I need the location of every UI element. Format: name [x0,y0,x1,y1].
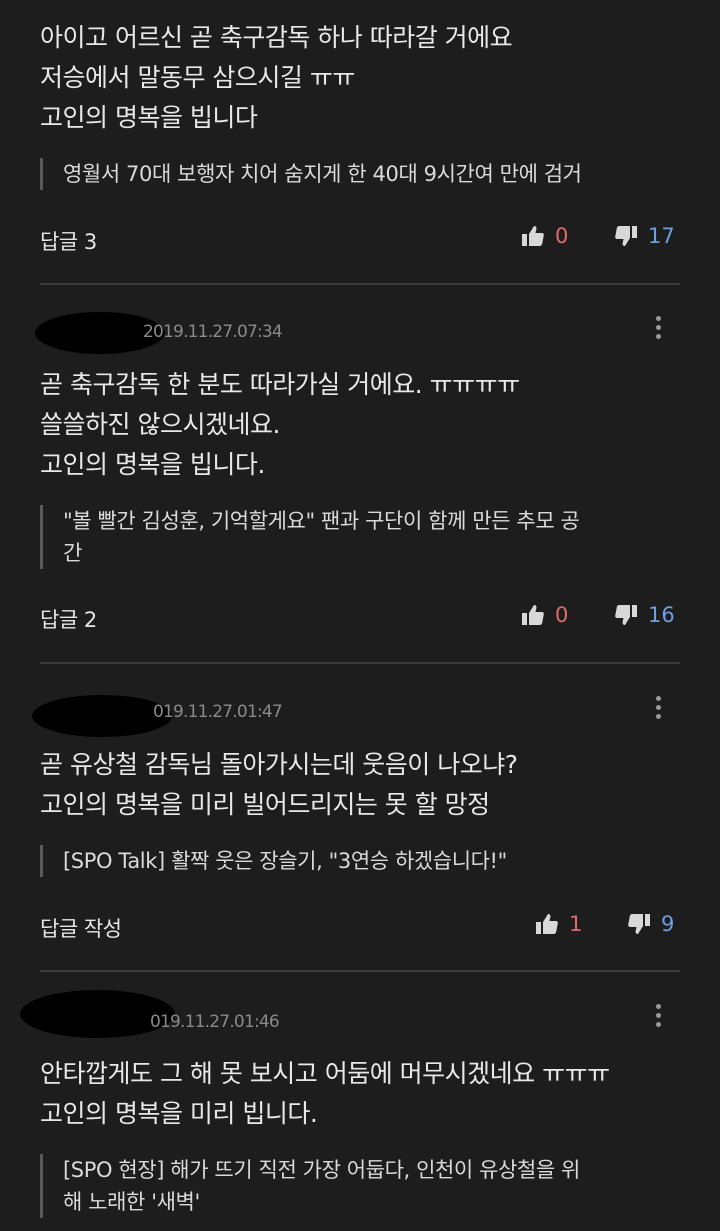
linked-article-quote[interactable]: "볼 빨간 김성훈, 기억할게요" 팬과 구단이 함께 만든 추모 공 간 [40,505,680,569]
dislike-button[interactable]: 17 [614,224,675,248]
divider [40,662,680,664]
thumbs-down-icon [628,914,650,934]
linked-article-quote[interactable]: 영월서 70대 보행자 치어 숨지게 한 40대 9시간여 만에 검거 [40,158,680,190]
quote-line: 간 [63,541,82,565]
dislike-count: 17 [648,224,675,248]
linked-article-quote[interactable]: [SPO Talk] 활짝 웃은 장슬기, "3연승 하겠습니다!" [40,845,680,877]
linked-article-quote[interactable]: [SPO 현장] 해가 뜨기 직전 가장 어둡다, 인천이 유상철을 위 해 노… [40,1154,680,1218]
dislike-button[interactable]: 16 [614,603,675,627]
dislike-count: 16 [648,603,675,627]
thumbs-up-icon [536,914,558,934]
comment-body: 안타깝게도 그 해 못 보시고 어둠에 머무시겠네요 ㅠㅠㅠ 고인의 명복을 미… [40,1054,660,1134]
comment-line: 쓸쓸하진 않으시겠네요. [40,410,280,439]
thumbs-down-icon [615,605,637,625]
like-button[interactable]: 0 [521,224,568,248]
comment-line: 안타깝게도 그 해 못 보시고 어둠에 머무시겠네요 ㅠㅠㅠ [40,1059,610,1088]
like-button[interactable]: 0 [521,603,568,627]
comment-body: 곧 유상철 감독님 돌아가시는데 웃음이 나오냐? 고인의 명복을 미리 빌어드… [40,745,660,825]
redacted-username [32,695,172,737]
quote-line: "볼 빨간 김성훈, 기억할게요" 팬과 구단이 함께 만든 추모 공 [63,509,580,533]
comment-body: 곧 축구감독 한 분도 따라가실 거에요. ㅠㅠㅠㅠ 쓸쓸하진 않으시겠네요. … [40,365,660,485]
more-options-icon[interactable] [648,1000,668,1030]
reply-button[interactable]: 답글 작성 [40,913,122,943]
comment-line: 곧 유상철 감독님 돌아가시는데 웃음이 나오냐? [40,750,518,779]
comment-line: 고인의 명복을 빕니다. [40,450,265,479]
comment-date: 019.11.27.01:47 [153,702,283,722]
thumbs-up-icon [522,226,544,246]
comment-date: 2019.11.27.07:34 [143,322,283,342]
quote-line: [SPO 현장] 해가 뜨기 직전 가장 어둡다, 인천이 유상철을 위 [63,1158,580,1182]
comment-line: 고인의 명복을 빕니다 [40,103,258,132]
divider [40,283,680,285]
quote-line: 해 노래한 '새벽' [63,1190,200,1214]
quote-line: [SPO Talk] 활짝 웃은 장슬기, "3연승 하겠습니다!" [63,849,507,873]
comment-date: 019.11.27.01:46 [150,1012,280,1032]
thumbs-down-icon [615,226,637,246]
like-button[interactable]: 1 [535,912,582,936]
comment-line: 고인의 명복을 미리 빕니다. [40,1099,318,1128]
reply-button[interactable]: 답글 3 [40,226,97,256]
comment-line: 아이고 어르신 곧 축구감독 하나 따라갈 거에요 [40,23,513,52]
comment-line: 고인의 명복을 미리 빌어드리지는 못 할 망정 [40,790,490,819]
dislike-button[interactable]: 9 [627,912,674,936]
quote-line: 영월서 70대 보행자 치어 숨지게 한 40대 9시간여 만에 검거 [63,162,582,186]
thumbs-up-icon [522,605,544,625]
like-count: 0 [555,603,569,627]
more-options-icon[interactable] [648,312,668,342]
reply-button[interactable]: 답글 2 [40,604,97,634]
more-options-icon[interactable] [648,692,668,722]
dislike-count: 9 [661,912,675,936]
comment-body: 아이고 어르신 곧 축구감독 하나 따라갈 거에요 저승에서 말동무 삼으시길 … [40,18,660,138]
divider [40,970,680,972]
like-count: 1 [569,912,583,936]
comment-line: 저승에서 말동무 삼으시길 ㅠㅠ [40,63,355,92]
comment-line: 곧 축구감독 한 분도 따라가실 거에요. ㅠㅠㅠㅠ [40,370,520,399]
like-count: 0 [555,224,569,248]
